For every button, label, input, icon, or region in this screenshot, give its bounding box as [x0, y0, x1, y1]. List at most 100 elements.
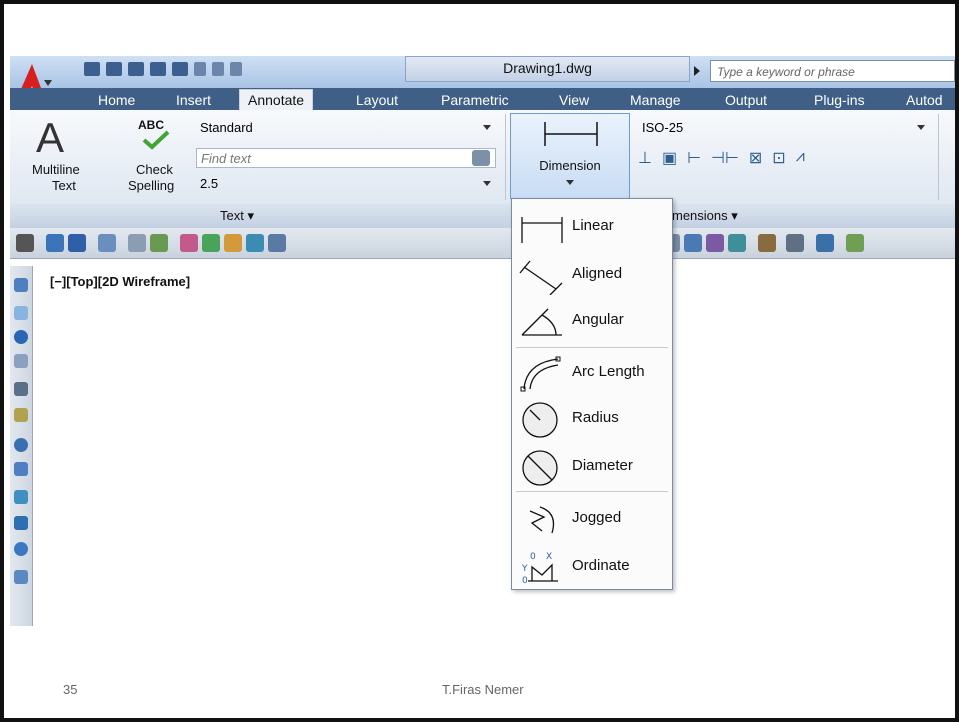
toolbar-icon-1[interactable] — [16, 234, 34, 252]
aligned-icon — [519, 260, 563, 295]
dimensions-panel-label[interactable]: mensions ▾ — [672, 208, 738, 224]
tab-insert[interactable]: Insert — [176, 90, 211, 110]
tab-home[interactable]: Home — [98, 90, 135, 110]
find-replace-icon[interactable] — [472, 150, 490, 166]
save-icon[interactable] — [128, 62, 144, 76]
menu-item-label: Arc Length — [572, 363, 645, 380]
open-icon[interactable] — [106, 62, 122, 76]
dim-tool-icon-7[interactable]: ⩘ — [796, 148, 805, 168]
vtool-icon-1[interactable] — [14, 278, 28, 292]
tab-view[interactable]: View — [559, 90, 589, 110]
vtool-icon-10[interactable] — [14, 516, 28, 530]
toolbar-icon-16[interactable] — [758, 234, 776, 252]
menu-item-diameter[interactable]: Diameter — [512, 443, 672, 489]
linear-icon — [521, 217, 563, 243]
toolbar-icon-19[interactable] — [846, 234, 864, 252]
vtool-icon-2[interactable] — [14, 306, 28, 320]
menu-item-aligned[interactable]: Aligned — [512, 251, 672, 297]
toolbar-icon-9[interactable] — [224, 234, 242, 252]
toolbar-icon-4[interactable] — [98, 234, 116, 252]
menu-item-radius[interactable]: Radius — [512, 395, 672, 441]
toolbar-strip — [10, 228, 955, 259]
text-height-value: 2.5 — [200, 176, 219, 191]
arc-length-icon — [520, 356, 561, 392]
more-icon[interactable] — [230, 62, 242, 76]
title-bar: Drawing1.dwg Type a keyword or phrase — [10, 56, 955, 96]
toolbar-icon-10[interactable] — [246, 234, 264, 252]
document-title: Drawing1.dwg — [405, 56, 690, 82]
viewport-controls[interactable]: [−][Top][2D Wireframe] — [50, 274, 190, 289]
find-text-input[interactable]: Find text — [196, 148, 496, 168]
tab-output[interactable]: Output — [725, 90, 767, 110]
toolbar-icon-14[interactable] — [706, 234, 724, 252]
dimension-style-select[interactable]: ISO-25 — [638, 118, 930, 138]
multiline-text-label-2[interactable]: Text — [52, 178, 76, 193]
text-height-select[interactable]: 2.5 — [196, 174, 496, 194]
dim-tool-icon-5[interactable]: ⊠ — [749, 148, 762, 168]
tab-autodesk[interactable]: Autod — [906, 90, 943, 110]
draw-toolbar-vertical — [10, 266, 33, 626]
triangle-icon[interactable] — [14, 354, 28, 368]
tab-annotate[interactable]: Annotate — [239, 89, 314, 110]
dimension-button[interactable]: Dimension — [510, 113, 630, 199]
save-as-icon[interactable] — [150, 62, 166, 76]
toolbar-icon-11[interactable] — [268, 234, 286, 252]
dim-tool-icon-1[interactable]: ⊥ — [638, 148, 652, 168]
multiline-text-icon[interactable]: A — [36, 114, 64, 162]
tab-plug-ins[interactable]: Plug-ins — [814, 90, 865, 110]
toolbar-icon-5[interactable] — [128, 234, 146, 252]
menu-item-label: Ordinate — [572, 557, 630, 574]
vtool-icon-5[interactable] — [14, 382, 28, 396]
ellipse-icon[interactable] — [14, 438, 28, 452]
toolbar-icon-7[interactable] — [180, 234, 198, 252]
autocad-window: Drawing1.dwg Type a keyword or phrase Ho… — [10, 56, 955, 626]
text-style-select[interactable]: Standard — [196, 118, 496, 138]
chevron-down-icon — [566, 180, 574, 185]
tab-parametric[interactable]: Parametric — [441, 90, 509, 110]
vtool-icon-9[interactable] — [14, 490, 28, 504]
toolbar-icon-13[interactable] — [684, 234, 702, 252]
menu-divider — [516, 347, 668, 348]
search-input[interactable]: Type a keyword or phrase — [710, 60, 955, 82]
vtool-icon-6[interactable] — [14, 408, 28, 422]
radius-icon — [522, 402, 558, 438]
tab-manage[interactable]: Manage — [630, 90, 681, 110]
menu-item-label: Radius — [572, 409, 619, 426]
dim-tool-icon-4[interactable]: ⊣⊢ — [711, 148, 739, 168]
toolbar-icon-15[interactable] — [728, 234, 746, 252]
checkmark-icon[interactable] — [142, 130, 170, 150]
menu-item-arc-length[interactable]: Arc Length — [512, 349, 672, 395]
new-icon[interactable] — [84, 62, 100, 76]
slide-footer: T.Firas Nemer — [442, 682, 524, 697]
search-expand-icon[interactable] — [694, 66, 700, 76]
toolbar-icon-6[interactable] — [150, 234, 168, 252]
check-spelling-label[interactable]: Check — [136, 162, 173, 177]
redo-icon[interactable] — [212, 62, 224, 76]
toolbar-icon-2[interactable] — [46, 234, 64, 252]
menu-item-ordinate[interactable]: 0 X Y 0 Ordinate — [512, 543, 672, 589]
menu-item-linear[interactable]: Linear — [512, 203, 672, 249]
menu-item-angular[interactable]: Angular — [512, 297, 672, 343]
menu-item-jogged[interactable]: Jogged — [512, 495, 672, 541]
menu-item-label: Aligned — [572, 265, 623, 282]
dim-tool-icon-6[interactable]: ⊡ — [772, 148, 785, 168]
dim-tool-icon-2[interactable]: ▣ — [662, 148, 677, 168]
dim-tool-icon-3[interactable]: ⊢ — [687, 148, 701, 168]
toolbar-icon-18[interactable] — [816, 234, 834, 252]
dimension-dropdown-menu: Linear Aligned Angular Arc Length Radius… — [511, 198, 673, 590]
text-style-value: Standard — [200, 120, 253, 135]
print-icon[interactable] — [172, 62, 188, 76]
undo-icon[interactable] — [194, 62, 206, 76]
vtool-icon-8[interactable] — [14, 462, 28, 476]
check-spelling-label-2[interactable]: Spelling — [128, 178, 174, 193]
dimension-style-value: ISO-25 — [642, 120, 684, 135]
vtool-icon-12[interactable] — [14, 570, 28, 584]
circle-icon[interactable] — [14, 330, 28, 344]
multiline-text-label[interactable]: Multiline — [32, 162, 80, 177]
text-panel-label[interactable]: Text ▾ — [220, 208, 254, 224]
tab-layout[interactable]: Layout — [356, 90, 398, 110]
toolbar-icon-3[interactable] — [68, 234, 86, 252]
toolbar-icon-8[interactable] — [202, 234, 220, 252]
vtool-icon-11[interactable] — [14, 542, 28, 556]
toolbar-icon-17[interactable] — [786, 234, 804, 252]
